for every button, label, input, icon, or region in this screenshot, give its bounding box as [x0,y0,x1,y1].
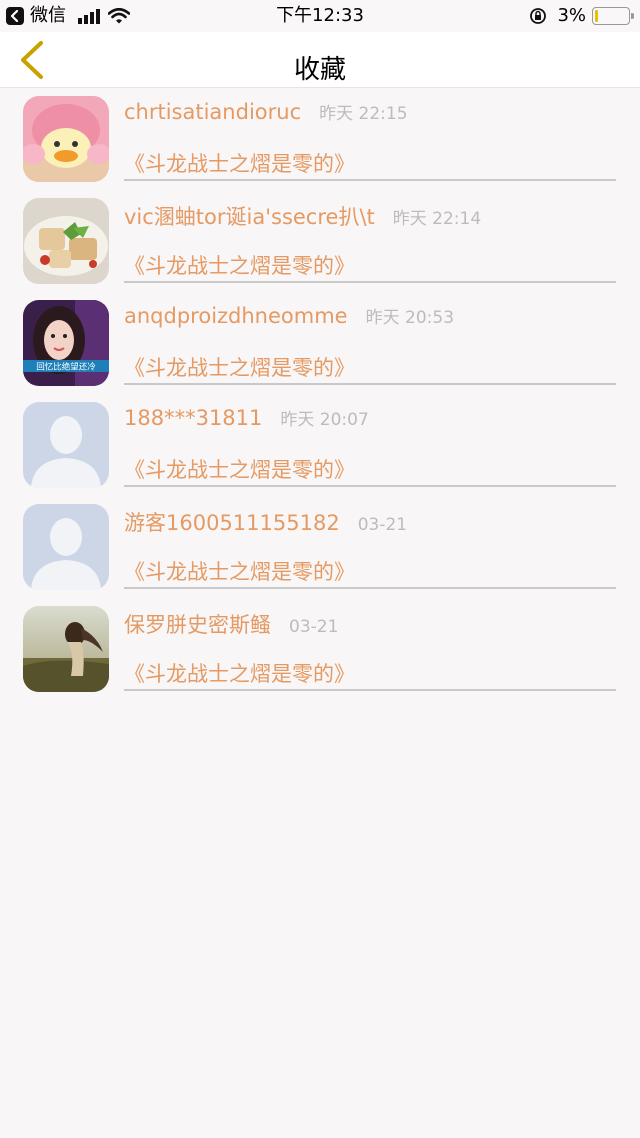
divider [124,689,616,691]
status-bar-right: 3% [529,5,634,27]
avatar[interactable]: 回忆比绝望还冷 [23,300,109,386]
timestamp: 昨天 20:53 [365,308,455,328]
username[interactable]: 游客1600511155182 [124,507,340,537]
timestamp: 03-21 [289,617,339,637]
item-header: 游客1600511155182 03-21 [124,507,407,537]
timestamp: 03-21 [357,515,408,535]
list-item[interactable]: 保罗胼史密斯鳋 03-21 《斗龙战士之熠是零的》 [0,605,640,707]
battery-icon [592,7,634,25]
divider [124,179,616,181]
favorites-list: chrtisatiandioruc 昨天 22:15 《斗龙战士之熠是零的》 v… [0,95,640,707]
rotation-lock-icon [530,8,547,24]
avatar-caption: 回忆比绝望还冷 [36,362,96,373]
battery-cap [631,13,634,19]
timestamp: 昨天 22:14 [392,209,482,229]
item-header: chrtisatiandioruc 昨天 22:15 [124,99,408,129]
avatar[interactable] [23,504,109,590]
item-header: 188***31811 昨天 20:07 [124,405,369,435]
avatar[interactable] [23,96,109,182]
landscape-avatar-image [23,606,109,692]
nav-bar: 收藏 [0,32,640,88]
story-title[interactable]: 《斗龙战士之熠是零的》 [124,149,355,179]
username[interactable]: 保罗胼史密斯鳋 [124,609,271,639]
list-item[interactable]: chrtisatiandioruc 昨天 22:15 《斗龙战士之熠是零的》 [0,95,640,197]
list-item[interactable]: 188***31811 昨天 20:07 《斗龙战士之熠是零的》 [0,401,640,503]
item-header: vic溷蚰tor诞ia'ssecre扒\t 昨天 22:14 [124,201,481,231]
girl-avatar-image: 回忆比绝望还冷 [23,300,109,386]
story-title[interactable]: 《斗龙战士之熠是零的》 [124,251,355,281]
divider [124,281,616,283]
avatar[interactable] [23,198,109,284]
story-title[interactable]: 《斗龙战士之熠是零的》 [124,353,355,383]
list-item[interactable]: vic溷蚰tor诞ia'ssecre扒\t 昨天 22:14 《斗龙战士之熠是零… [0,197,640,299]
timestamp: 昨天 22:15 [319,104,408,124]
story-title[interactable]: 《斗龙战士之熠是零的》 [124,557,355,587]
divider [124,383,616,385]
divider [124,485,616,487]
list-item[interactable]: 游客1600511155182 03-21 《斗龙战士之熠是零的》 [0,503,640,605]
item-header: 保罗胼史密斯鳋 03-21 [124,609,338,639]
list-item[interactable]: 回忆比绝望还冷 anqdproizdhneomme 昨天 20:53 《斗龙战士… [0,299,640,401]
food-avatar-image [23,198,109,284]
avatar[interactable] [23,402,109,488]
story-title[interactable]: 《斗龙战士之熠是零的》 [124,659,355,689]
username[interactable]: chrtisatiandioruc [124,100,301,124]
page-title: 收藏 [293,55,346,85]
battery-percent: 3% [557,5,586,26]
status-bar: 微信 下午12:33 3% [0,0,640,32]
item-header: anqdproizdhneomme 昨天 20:53 [124,303,454,333]
duck-avatar-image [23,96,109,182]
battery-fill [595,10,598,22]
avatar[interactable] [23,606,109,692]
username[interactable]: anqdproizdhneomme [124,304,348,328]
timestamp: 昨天 20:07 [280,410,369,430]
story-title[interactable]: 《斗龙战士之熠是零的》 [124,455,355,485]
default-avatar-image [23,402,109,488]
default-avatar-image [23,504,109,590]
username[interactable]: vic溷蚰tor诞ia'ssecre扒\t [124,201,375,231]
divider [124,587,616,589]
username[interactable]: 188***31811 [124,406,262,430]
